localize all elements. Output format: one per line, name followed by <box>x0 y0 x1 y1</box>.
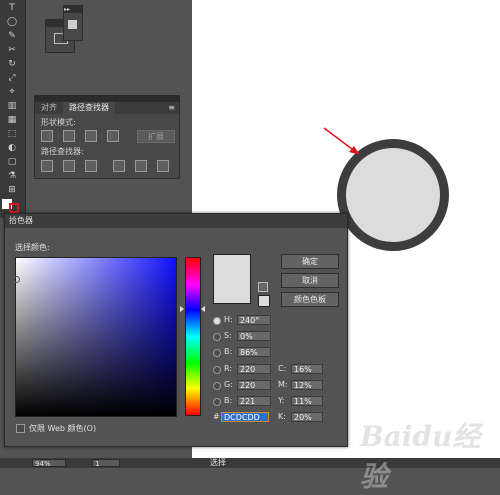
expand-button[interactable]: 扩展 <box>137 130 175 143</box>
panel-menu-icon[interactable]: ≡ <box>168 102 179 114</box>
ellipse-tool-icon[interactable]: ◯ <box>6 17 18 27</box>
pencil-tool-icon[interactable]: ✎ <box>6 31 18 41</box>
green-radio[interactable] <box>213 382 221 390</box>
divide-button[interactable] <box>41 160 53 172</box>
web-only-label: 仅限 Web 颜色(O) <box>29 424 97 433</box>
hue-slider-left-handle-icon[interactable] <box>180 306 184 312</box>
web-safe-swatch[interactable] <box>258 295 270 307</box>
mesh-tool-icon[interactable]: ▦ <box>6 115 18 125</box>
red-field[interactable]: 220 <box>237 364 271 374</box>
panel-tabs: 对齐 路径查找器 ≡ <box>35 102 179 114</box>
web-safe-cube-icon[interactable] <box>258 282 268 292</box>
saturation-radio[interactable] <box>213 333 221 341</box>
intersect-button[interactable] <box>85 130 97 142</box>
hue-radio[interactable] <box>213 317 221 325</box>
brightness-label: B: <box>224 347 233 356</box>
trim-button[interactable] <box>63 160 75 172</box>
eyedropper-tool-icon[interactable]: ⚗ <box>6 171 18 181</box>
collapsed-panel-b[interactable]: ▸▸ <box>63 5 83 41</box>
web-only-checkbox[interactable] <box>16 424 25 433</box>
magenta-label: M: <box>278 380 288 389</box>
tab-align[interactable]: 对齐 <box>35 102 63 114</box>
zoom-select[interactable]: 94% <box>32 459 66 468</box>
select-color-label: 选择颜色: <box>15 243 50 252</box>
minus-front-button[interactable] <box>63 130 75 142</box>
tab-pathfinder[interactable]: 路径查找器 <box>63 102 115 114</box>
blue-radio[interactable] <box>213 398 221 406</box>
hex-field[interactable]: DCDCDD <box>221 412 269 422</box>
hue-label: H: <box>224 315 233 324</box>
dialog-title: 拾色器 <box>5 214 347 228</box>
crop-button[interactable] <box>113 160 125 172</box>
stroke-swatch[interactable] <box>9 203 19 213</box>
rotate-tool-icon[interactable]: ↻ <box>6 59 18 69</box>
outline-button[interactable] <box>135 160 147 172</box>
shape-modes-label: 形状模式: <box>41 118 76 127</box>
saturation-label: S: <box>224 331 232 340</box>
red-label: R: <box>224 364 233 373</box>
ok-button[interactable]: 确定 <box>281 254 339 269</box>
cyan-field[interactable]: 16% <box>291 364 323 374</box>
yellow-label: Y: <box>278 396 285 405</box>
blue-label: B: <box>224 396 233 405</box>
tools-panel: T ◯ ✎ ✂ ↻ ⤢ ⌖ ▥ ▦ ⬚ ◐ ▢ ⚗ ⊞ <box>0 0 26 218</box>
hue-slider[interactable] <box>185 257 201 416</box>
pathfinder-panel: 对齐 路径查找器 ≡ 形状模式: 扩展 路径查找器: <box>34 95 180 179</box>
swatches-icon[interactable] <box>68 20 77 29</box>
brightness-field[interactable]: 86% <box>237 347 271 357</box>
shape-tool-icon[interactable]: ▢ <box>6 157 18 167</box>
unite-button[interactable] <box>41 130 53 142</box>
saturation-brightness-field[interactable] <box>15 257 177 417</box>
green-label: G: <box>224 380 233 389</box>
saturation-field[interactable]: 0% <box>237 331 271 341</box>
blue-field[interactable]: 221 <box>237 396 271 406</box>
mode-label: 选择 <box>210 458 226 467</box>
artboard-tool-icon[interactable]: ⬚ <box>6 129 18 139</box>
type-tool-icon[interactable]: T <box>6 3 18 13</box>
gradient-tool-icon[interactable]: ◐ <box>6 143 18 153</box>
magenta-field[interactable]: 12% <box>291 380 323 390</box>
red-radio[interactable] <box>213 366 221 374</box>
color-cursor[interactable] <box>13 276 20 283</box>
yellow-field[interactable]: 11% <box>291 396 323 406</box>
hue-field[interactable]: 240° <box>237 315 271 325</box>
collapse-icon[interactable]: ▸▸ <box>64 6 82 13</box>
new-color-swatch <box>213 254 251 304</box>
color-swatches-button[interactable]: 颜色色板 <box>281 292 339 307</box>
hex-label: # <box>213 412 220 421</box>
cancel-button[interactable]: 取消 <box>281 273 339 288</box>
page-select[interactable]: 1 <box>92 459 120 468</box>
watermark-url: jingyan.baidu.com <box>405 446 489 456</box>
scale-tool-icon[interactable]: ⤢ <box>6 73 18 83</box>
merge-button[interactable] <box>85 160 97 172</box>
cyan-label: C: <box>278 364 287 373</box>
red-arrow-icon <box>323 127 360 155</box>
warp-tool-icon[interactable]: ⌖ <box>6 87 18 97</box>
scissors-tool-icon[interactable]: ✂ <box>6 45 18 55</box>
exclude-button[interactable] <box>107 130 119 142</box>
green-field[interactable]: 220 <box>237 380 271 390</box>
hue-slider-right-handle-icon[interactable] <box>201 306 205 312</box>
black-label: K: <box>278 412 286 421</box>
graph-tool-icon[interactable]: ▥ <box>6 101 18 111</box>
pathfinders-label: 路径查找器: <box>41 147 84 156</box>
minus-back-button[interactable] <box>157 160 169 172</box>
black-field[interactable]: 20% <box>291 412 323 422</box>
color-picker-dialog: 拾色器 选择颜色: 确定 取消 颜色色板 H: 240° S: 0% B: 86… <box>4 213 348 447</box>
brightness-radio[interactable] <box>213 349 221 357</box>
slice-tool-icon[interactable]: ⊞ <box>6 185 18 195</box>
